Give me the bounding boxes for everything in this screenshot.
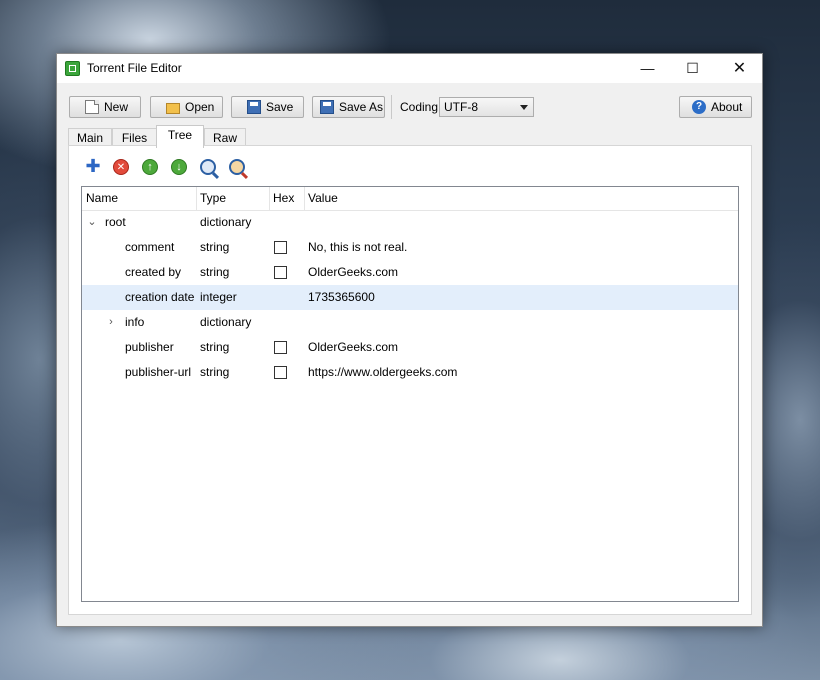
tree-row-created-by[interactable]: created by string OlderGeeks.com <box>82 260 738 285</box>
app-icon <box>65 61 80 76</box>
minimize-button[interactable]: — <box>625 54 670 83</box>
column-header-name[interactable]: Name <box>82 187 196 210</box>
save-button-label: Save <box>266 100 294 114</box>
folder-open-icon <box>166 102 180 114</box>
about-button-label: About <box>711 100 743 114</box>
chevron-right-icon[interactable]: › <box>105 310 117 335</box>
window-title: Torrent File Editor <box>87 61 182 75</box>
row-type: dictionary <box>200 215 252 229</box>
row-type: string <box>200 365 230 379</box>
row-type: dictionary <box>200 315 252 329</box>
row-value: OlderGeeks.com <box>308 265 399 279</box>
hex-checkbox[interactable] <box>274 241 287 254</box>
tree-row-comment[interactable]: comment string No, this is not real. <box>82 235 738 260</box>
row-value: No, this is not real. <box>308 240 408 254</box>
hex-checkbox[interactable] <box>274 366 287 379</box>
add-node-icon[interactable]: ✚ <box>85 157 101 175</box>
toolbar-separator <box>391 95 392 119</box>
search-icon[interactable] <box>200 159 216 175</box>
new-button[interactable]: New <box>69 96 141 118</box>
hex-checkbox[interactable] <box>274 266 287 279</box>
row-value: 1735365600 <box>308 290 375 304</box>
row-type: string <box>200 340 230 354</box>
expand-chevron-icon[interactable]: ⌄ <box>86 210 98 235</box>
title-bar[interactable]: Torrent File Editor — ☐ ✕ <box>57 54 762 83</box>
tree-row-root[interactable]: ⌄ root dictionary <box>82 210 738 235</box>
tree-row-creation-date[interactable]: creation date integer 1735365600 <box>82 285 738 310</box>
row-type: integer <box>200 290 237 304</box>
close-button[interactable]: ✕ <box>717 54 762 83</box>
about-button[interactable]: ? About <box>679 96 752 118</box>
hex-checkbox[interactable] <box>274 341 287 354</box>
main-window: Torrent File Editor — ☐ ✕ New Open Save … <box>56 53 763 627</box>
new-button-label: New <box>104 100 129 114</box>
bencode-tree-view[interactable]: Name Type Hex Value ⌄ root dictionary co… <box>81 186 739 602</box>
remove-node-icon[interactable]: ✕ <box>113 159 129 175</box>
new-file-icon <box>85 100 99 114</box>
move-up-icon[interactable]: ↑ <box>142 159 158 175</box>
row-type: string <box>200 265 230 279</box>
row-name: publisher <box>125 340 174 354</box>
row-name: created by <box>125 265 182 279</box>
maximize-button[interactable]: ☐ <box>670 54 715 83</box>
tree-header: Name Type Hex Value <box>82 187 738 211</box>
help-icon: ? <box>692 100 706 114</box>
tree-row-info[interactable]: › info dictionary <box>82 310 738 335</box>
column-header-hex[interactable]: Hex <box>269 187 304 210</box>
row-name: info <box>125 315 145 329</box>
save-button[interactable]: Save <box>231 96 304 118</box>
tree-row-publisher-url[interactable]: publisher-url string https://www.olderge… <box>82 360 738 385</box>
row-type: string <box>200 240 230 254</box>
tree-tab-panel: ✚ ✕ ↑ ↓ Name Type Hex Value ⌄ root dicti… <box>68 145 752 615</box>
save-disk-icon <box>247 100 261 114</box>
open-button[interactable]: Open <box>150 96 223 118</box>
column-header-value[interactable]: Value <box>304 187 504 210</box>
save-as-button[interactable]: Save As <box>312 96 385 118</box>
coding-dropdown[interactable]: UTF-8 <box>439 97 534 117</box>
open-button-label: Open <box>185 100 215 114</box>
row-name: publisher-url <box>125 365 192 379</box>
coding-selected-value: UTF-8 <box>444 100 478 114</box>
save-as-button-label: Save As <box>339 100 384 114</box>
tree-row-publisher[interactable]: publisher string OlderGeeks.com <box>82 335 738 360</box>
row-name: comment <box>125 240 175 254</box>
move-down-icon[interactable]: ↓ <box>171 159 187 175</box>
row-name: root <box>105 215 126 229</box>
row-name: creation date <box>125 290 195 304</box>
chevron-down-icon <box>520 105 528 110</box>
row-value: https://www.oldergeeks.com <box>308 365 458 379</box>
row-value: OlderGeeks.com <box>308 340 399 354</box>
save-as-disk-icon <box>320 100 334 114</box>
column-header-type[interactable]: Type <box>196 187 269 210</box>
coding-label: Coding <box>400 100 439 114</box>
tab-tree[interactable]: Tree <box>156 125 204 148</box>
find-replace-icon[interactable] <box>229 159 245 175</box>
